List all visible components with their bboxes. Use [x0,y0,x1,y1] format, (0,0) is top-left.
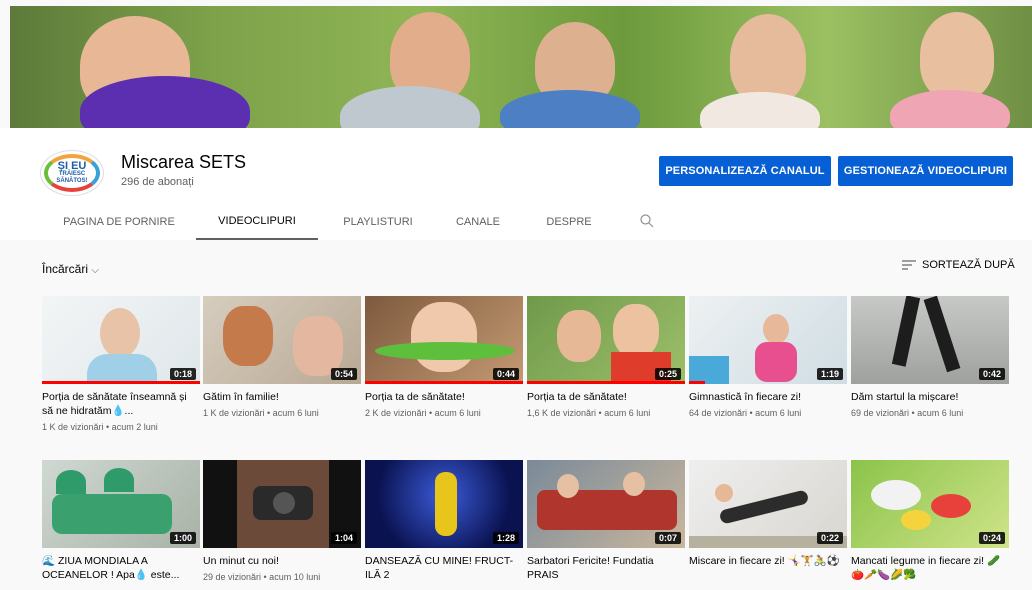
video-thumbnail[interactable]: 0:54 [203,296,361,384]
video-thumbnail[interactable]: 0:44 [365,296,523,384]
channel-name: Miscarea SETS [121,152,247,172]
video-card[interactable]: 0:07 Sarbatori Fericite! Fundatia PRAIS [527,460,685,586]
watch-progress [42,381,200,384]
video-thumbnail[interactable]: 0:18 [42,296,200,384]
video-card[interactable]: 1:04 Un minut cu noi! 29 de vizionări • … [203,460,361,582]
video-card[interactable]: 0:54 Gătim în familie! 1 K de vizionări … [203,296,361,418]
video-meta: 69 de vizionări • acum 6 luni [851,408,964,418]
video-meta: 1 K de vizionări • acum 2 luni [42,422,158,432]
video-card[interactable]: 0:25 Porția ta de sănătate! 1,6 K de viz… [527,296,685,418]
video-duration: 0:54 [330,368,357,380]
video-card[interactable]: 0:24 Mancati legume in fiecare zi! 🥒🍅🥕🍆🌽… [851,460,1009,586]
video-meta: 2 K de vizionări • acum 6 luni [365,408,481,418]
video-thumbnail[interactable]: 1:28 [365,460,523,548]
logo-text: ȘI EU [57,160,87,172]
video-thumbnail[interactable]: 1:00 [42,460,200,548]
video-thumbnail[interactable]: 1:04 [203,460,361,548]
video-card[interactable]: 0:44 Porția ta de sănătate! 2 K de vizio… [365,296,523,418]
video-title[interactable]: Porția ta de sănătate! [527,390,685,404]
video-thumbnail[interactable]: 0:42 [851,296,1009,384]
uploads-filter-label: Încărcări [42,262,89,276]
video-title[interactable]: Un minut cu noi! [203,554,361,568]
video-duration: 0:18 [169,368,196,380]
watch-progress [527,381,685,384]
tab-channels[interactable]: CANALE [440,204,516,240]
tab-playlists[interactable]: PLAYLISTURI [330,204,426,240]
video-thumbnail[interactable]: 0:25 [527,296,685,384]
video-card[interactable]: 0:22 Miscare in fiecare zi! 🤸‍♀️🏋️🚴⚽ [689,460,847,572]
subscriber-count: 296 de abonați [121,176,194,188]
watch-progress [365,381,523,384]
channel-logo[interactable]: ȘI EU TRĂIESC SĂNĂTOS! [40,150,104,196]
tab-about[interactable]: DESPRE [530,204,608,240]
video-duration: 0:42 [978,368,1005,380]
video-card[interactable]: 0:42 Dăm startul la mișcare! 69 de vizio… [851,296,1009,418]
video-title[interactable]: Porția ta de sănătate! [365,390,523,404]
video-thumbnail[interactable]: 1:19 [689,296,847,384]
search-icon[interactable] [640,214,654,228]
channel-banner [10,6,1032,128]
chevron-down-icon: ⌵ [91,265,99,276]
tab-home[interactable]: PAGINA DE PORNIRE [44,204,194,240]
video-duration: 0:22 [816,532,843,544]
video-duration: 1:28 [492,532,519,544]
video-title[interactable]: 🌊 ZIUA MONDIALA A OCEANELOR ! Apa💧 este.… [42,554,200,582]
video-thumbnail[interactable]: 0:07 [527,460,685,548]
video-title[interactable]: Porția de sănătate înseamnă și să ne hid… [42,390,200,418]
video-title[interactable]: Sarbatori Fericite! Fundatia PRAIS [527,554,685,582]
video-duration: 0:44 [492,368,519,380]
channel-tabs: PAGINA DE PORNIRE VIDEOCLIPURI PLAYLISTU… [0,204,1032,240]
video-thumbnail[interactable]: 0:22 [689,460,847,548]
customize-channel-button[interactable]: PERSONALIZEAZĂ CANALUL [659,156,831,186]
uploads-filter[interactable]: Încărcări ⌵ [42,262,99,276]
manage-videos-button[interactable]: GESTIONEAZĂ VIDEOCLIPURI [838,156,1013,186]
video-card[interactable]: 1:19 Gimnastică în fiecare zi! 64 de viz… [689,296,847,418]
sort-button[interactable]: SORTEAZĂ DUPĂ [902,259,1015,271]
video-card[interactable]: 1:00 🌊 ZIUA MONDIALA A OCEANELOR ! Apa💧 … [42,460,200,586]
video-meta: 1 K de vizionări • acum 6 luni [203,408,319,418]
video-duration: 1:19 [816,368,843,380]
watch-progress [689,381,705,384]
video-card[interactable]: 0:18 Porția de sănătate înseamnă și să n… [42,296,200,432]
video-thumbnail[interactable]: 0:24 [851,460,1009,548]
tab-videos[interactable]: VIDEOCLIPURI [196,204,318,240]
video-card[interactable]: 1:28 DANSEAZĂ CU MINE! FRUCT-ILĂ 2 [365,460,523,586]
video-title[interactable]: Gimnastică în fiecare zi! [689,390,847,404]
video-duration: 1:04 [330,532,357,544]
video-duration: 0:07 [654,532,681,544]
video-title[interactable]: Dăm startul la mișcare! [851,390,1009,404]
video-duration: 0:24 [978,532,1005,544]
logo-text: TRĂIESC [58,171,86,177]
video-meta: 64 de vizionări • acum 6 luni [689,408,802,418]
sort-label: SORTEAZĂ DUPĂ [922,259,1015,271]
video-duration: 0:25 [654,368,681,380]
video-title[interactable]: Mancati legume in fiecare zi! 🥒🍅🥕🍆🌽🥦 [851,554,1009,582]
video-duration: 1:00 [169,532,196,544]
video-title[interactable]: Miscare in fiecare zi! 🤸‍♀️🏋️🚴⚽ [689,554,847,568]
video-title[interactable]: DANSEAZĂ CU MINE! FRUCT-ILĂ 2 [365,554,523,582]
video-meta: 1,6 K de vizionări • acum 6 luni [527,408,651,418]
video-meta: 29 de vizionări • acum 10 luni [203,572,321,582]
video-title[interactable]: Gătim în familie! [203,390,361,404]
logo-text: SĂNĂTOS! [56,178,88,184]
sort-icon [902,260,916,270]
